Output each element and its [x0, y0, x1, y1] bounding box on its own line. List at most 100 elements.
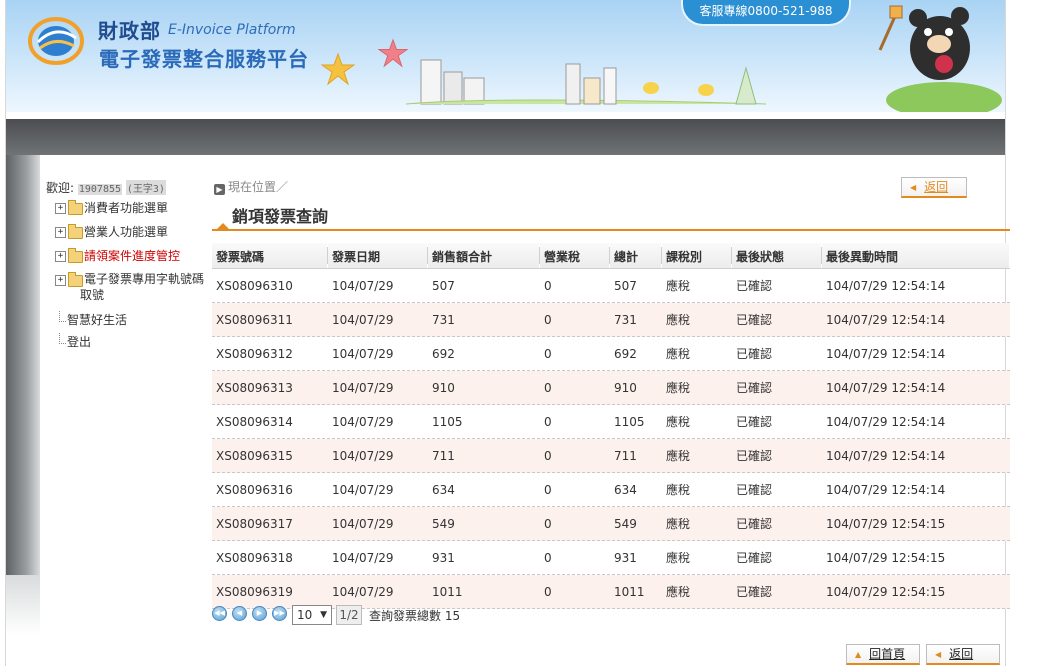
first-page-icon[interactable]: ◀◀	[212, 606, 227, 621]
cell-sales-total: 634	[432, 483, 455, 497]
table-row[interactable]: XS08096316 104/07/29 634 0 634 應稅 已確認 104/07/29…	[212, 473, 1010, 507]
cell-tax-type: 應稅	[666, 313, 691, 327]
cell-invoice-number[interactable]: XS08096316	[212, 473, 293, 506]
cell-business-tax: 0	[544, 313, 552, 327]
menu-item-label: 消費者功能選單	[84, 201, 169, 215]
table-row[interactable]: XS08096314 104/07/29 1105 0 1105 應稅 已確認 104/07/…	[212, 405, 1010, 439]
col-invoice-date[interactable]: 發票日期	[328, 243, 428, 268]
page-size-select[interactable]: 10 ▼	[292, 605, 332, 625]
menu-tree: + 消費者功能選單 + 營業人功能選單 + 請領案件進度管控 + 電子發票專用字…	[46, 199, 206, 355]
col-invoice-number[interactable]: 發票號碼	[212, 243, 328, 268]
menu-business-functions[interactable]: + 營業人功能選單	[46, 223, 206, 247]
platform-english-name: E-Invoice Platform	[168, 22, 296, 38]
col-last-status[interactable]: 最後狀態	[732, 243, 822, 268]
menu-item-label: 登出	[67, 335, 92, 349]
table-row[interactable]: XS08096313 104/07/29 910 0 910 應稅 已確認 104/07/29…	[212, 371, 1010, 405]
cell-last-modified: 104/07/29 12:54:15	[826, 585, 946, 599]
cell-grand-total: 910	[614, 381, 637, 395]
next-page-icon[interactable]: ▶	[252, 606, 267, 621]
table-row[interactable]: XS08096318 104/07/29 931 0 931 應稅 已確認 104/07/29…	[212, 541, 1010, 575]
cell-business-tax: 0	[544, 347, 552, 361]
cell-business-tax: 0	[544, 279, 552, 293]
menu-consumer-functions[interactable]: + 消費者功能選單	[46, 199, 206, 223]
folder-icon	[68, 224, 83, 239]
back-button-bottom[interactable]: ◀ 返回	[926, 644, 1000, 665]
user-id-masked: 1907855	[77, 184, 123, 195]
cell-sales-total: 549	[432, 517, 455, 531]
cell-invoice-number[interactable]: XS08096318	[212, 541, 293, 574]
cell-tax-type: 應稅	[666, 517, 691, 531]
cell-tax-type: 應稅	[666, 381, 691, 395]
col-last-modified[interactable]: 最後異動時間	[822, 243, 1010, 268]
title-underline	[212, 229, 1010, 231]
expand-icon[interactable]: +	[55, 251, 66, 262]
chevron-down-icon: ▼	[320, 610, 327, 620]
cell-invoice-number[interactable]: XS08096311	[212, 303, 293, 336]
cell-grand-total: 731	[614, 313, 637, 327]
sales-invoice-table: 發票號碼 發票日期 銷售額合計 營業稅 總計 課稅別 最後狀態 最後異動時間 X…	[212, 243, 1010, 609]
col-sales-total[interactable]: 銷售額合計	[428, 243, 540, 268]
table-row[interactable]: XS08096312 104/07/29 692 0 692 應稅 已確認 104/07/29…	[212, 337, 1010, 371]
cell-last-status: 已確認	[736, 449, 773, 463]
back-button-label: 返回	[949, 647, 974, 661]
cell-invoice-number[interactable]: XS08096312	[212, 337, 293, 370]
left-arrow-icon: ▲	[855, 650, 862, 659]
pink-star-icon	[378, 38, 408, 68]
cell-sales-total: 931	[432, 551, 455, 565]
cell-business-tax: 0	[544, 585, 552, 599]
cell-tax-type: 應稅	[666, 415, 691, 429]
welcome-message: 歡迎: 1907855 (王字3)	[46, 179, 166, 196]
cell-sales-total: 910	[432, 381, 455, 395]
breadcrumb-text: 現在位置／	[228, 180, 289, 194]
platform-chinese-name: 電子發票整合服務平台	[99, 47, 309, 71]
cell-last-modified: 104/07/29 12:54:14	[826, 313, 946, 327]
left-arrow-icon: ◀	[935, 650, 942, 659]
menu-application-progress[interactable]: + 請領案件進度管控	[46, 247, 206, 271]
home-button[interactable]: ▲ 回首頁	[846, 644, 920, 665]
prev-page-icon[interactable]: ◀	[232, 606, 247, 621]
cell-tax-type: 應稅	[666, 279, 691, 293]
menu-smart-life[interactable]: 智慧好生活	[46, 311, 206, 333]
cell-business-tax: 0	[544, 483, 552, 497]
folder-icon	[68, 248, 83, 263]
table-row[interactable]: XS08096310 104/07/29 507 0 507 應稅 已確認 104/07/29…	[212, 269, 1010, 303]
page-title: 銷項發票查詢	[232, 207, 329, 226]
cell-last-status: 已確認	[736, 313, 773, 327]
cell-last-modified: 104/07/29 12:54:15	[826, 551, 946, 565]
table-row[interactable]: XS08096311 104/07/29 731 0 731 應稅 已確認 104/07/29…	[212, 303, 1010, 337]
menu-item-label: 智慧好生活	[67, 313, 128, 327]
menu-invoice-track-number[interactable]: + 電子發票專用字軌號碼取號	[46, 271, 210, 311]
total-label: 查詢發票總數	[369, 609, 442, 623]
last-page-icon[interactable]: ▶▶	[272, 606, 287, 621]
mascot-bear-icon	[878, 5, 1002, 112]
cell-invoice-number[interactable]: XS08096319	[212, 575, 293, 608]
menu-item-label: 電子發票專用字軌號碼取號	[80, 272, 205, 302]
col-tax-type[interactable]: 課稅別	[662, 243, 732, 268]
cell-invoice-date: 104/07/29	[332, 347, 394, 361]
col-grand-total[interactable]: 總計	[610, 243, 662, 268]
cell-invoice-number[interactable]: XS08096310	[212, 269, 293, 302]
breadcrumb-arrow-icon: ▶	[214, 184, 225, 195]
table-row[interactable]: XS08096315 104/07/29 711 0 711 應稅 已確認 104/07/29…	[212, 439, 1010, 473]
expand-icon[interactable]: +	[55, 227, 66, 238]
back-button-top[interactable]: ◀ 返回	[901, 177, 967, 198]
cell-business-tax: 0	[544, 517, 552, 531]
cell-invoice-number[interactable]: XS08096317	[212, 507, 293, 540]
cell-invoice-number[interactable]: XS08096314	[212, 405, 293, 438]
table-row[interactable]: XS08096317 104/07/29 549 0 549 應稅 已確認 104/07/29…	[212, 507, 1010, 541]
home-button-label: 回首頁	[869, 647, 906, 661]
expand-icon[interactable]: +	[55, 275, 66, 286]
table-row[interactable]: XS08096319 104/07/29 1011 0 1011 應稅 已確認 104/07/…	[212, 575, 1010, 609]
cell-last-modified: 104/07/29 12:54:14	[826, 415, 946, 429]
expand-icon[interactable]: +	[55, 203, 66, 214]
cell-grand-total: 692	[614, 347, 637, 361]
yellow-star-icon	[321, 52, 355, 86]
header-divider-band	[6, 119, 1005, 155]
col-business-tax[interactable]: 營業稅	[540, 243, 610, 268]
cell-invoice-number[interactable]: XS08096315	[212, 439, 293, 472]
menu-logout[interactable]: 登出	[46, 333, 206, 355]
cell-last-status: 已確認	[736, 279, 773, 293]
cell-grand-total: 931	[614, 551, 637, 565]
cell-invoice-number[interactable]: XS08096313	[212, 371, 293, 404]
cell-last-modified: 104/07/29 12:54:14	[826, 347, 946, 361]
